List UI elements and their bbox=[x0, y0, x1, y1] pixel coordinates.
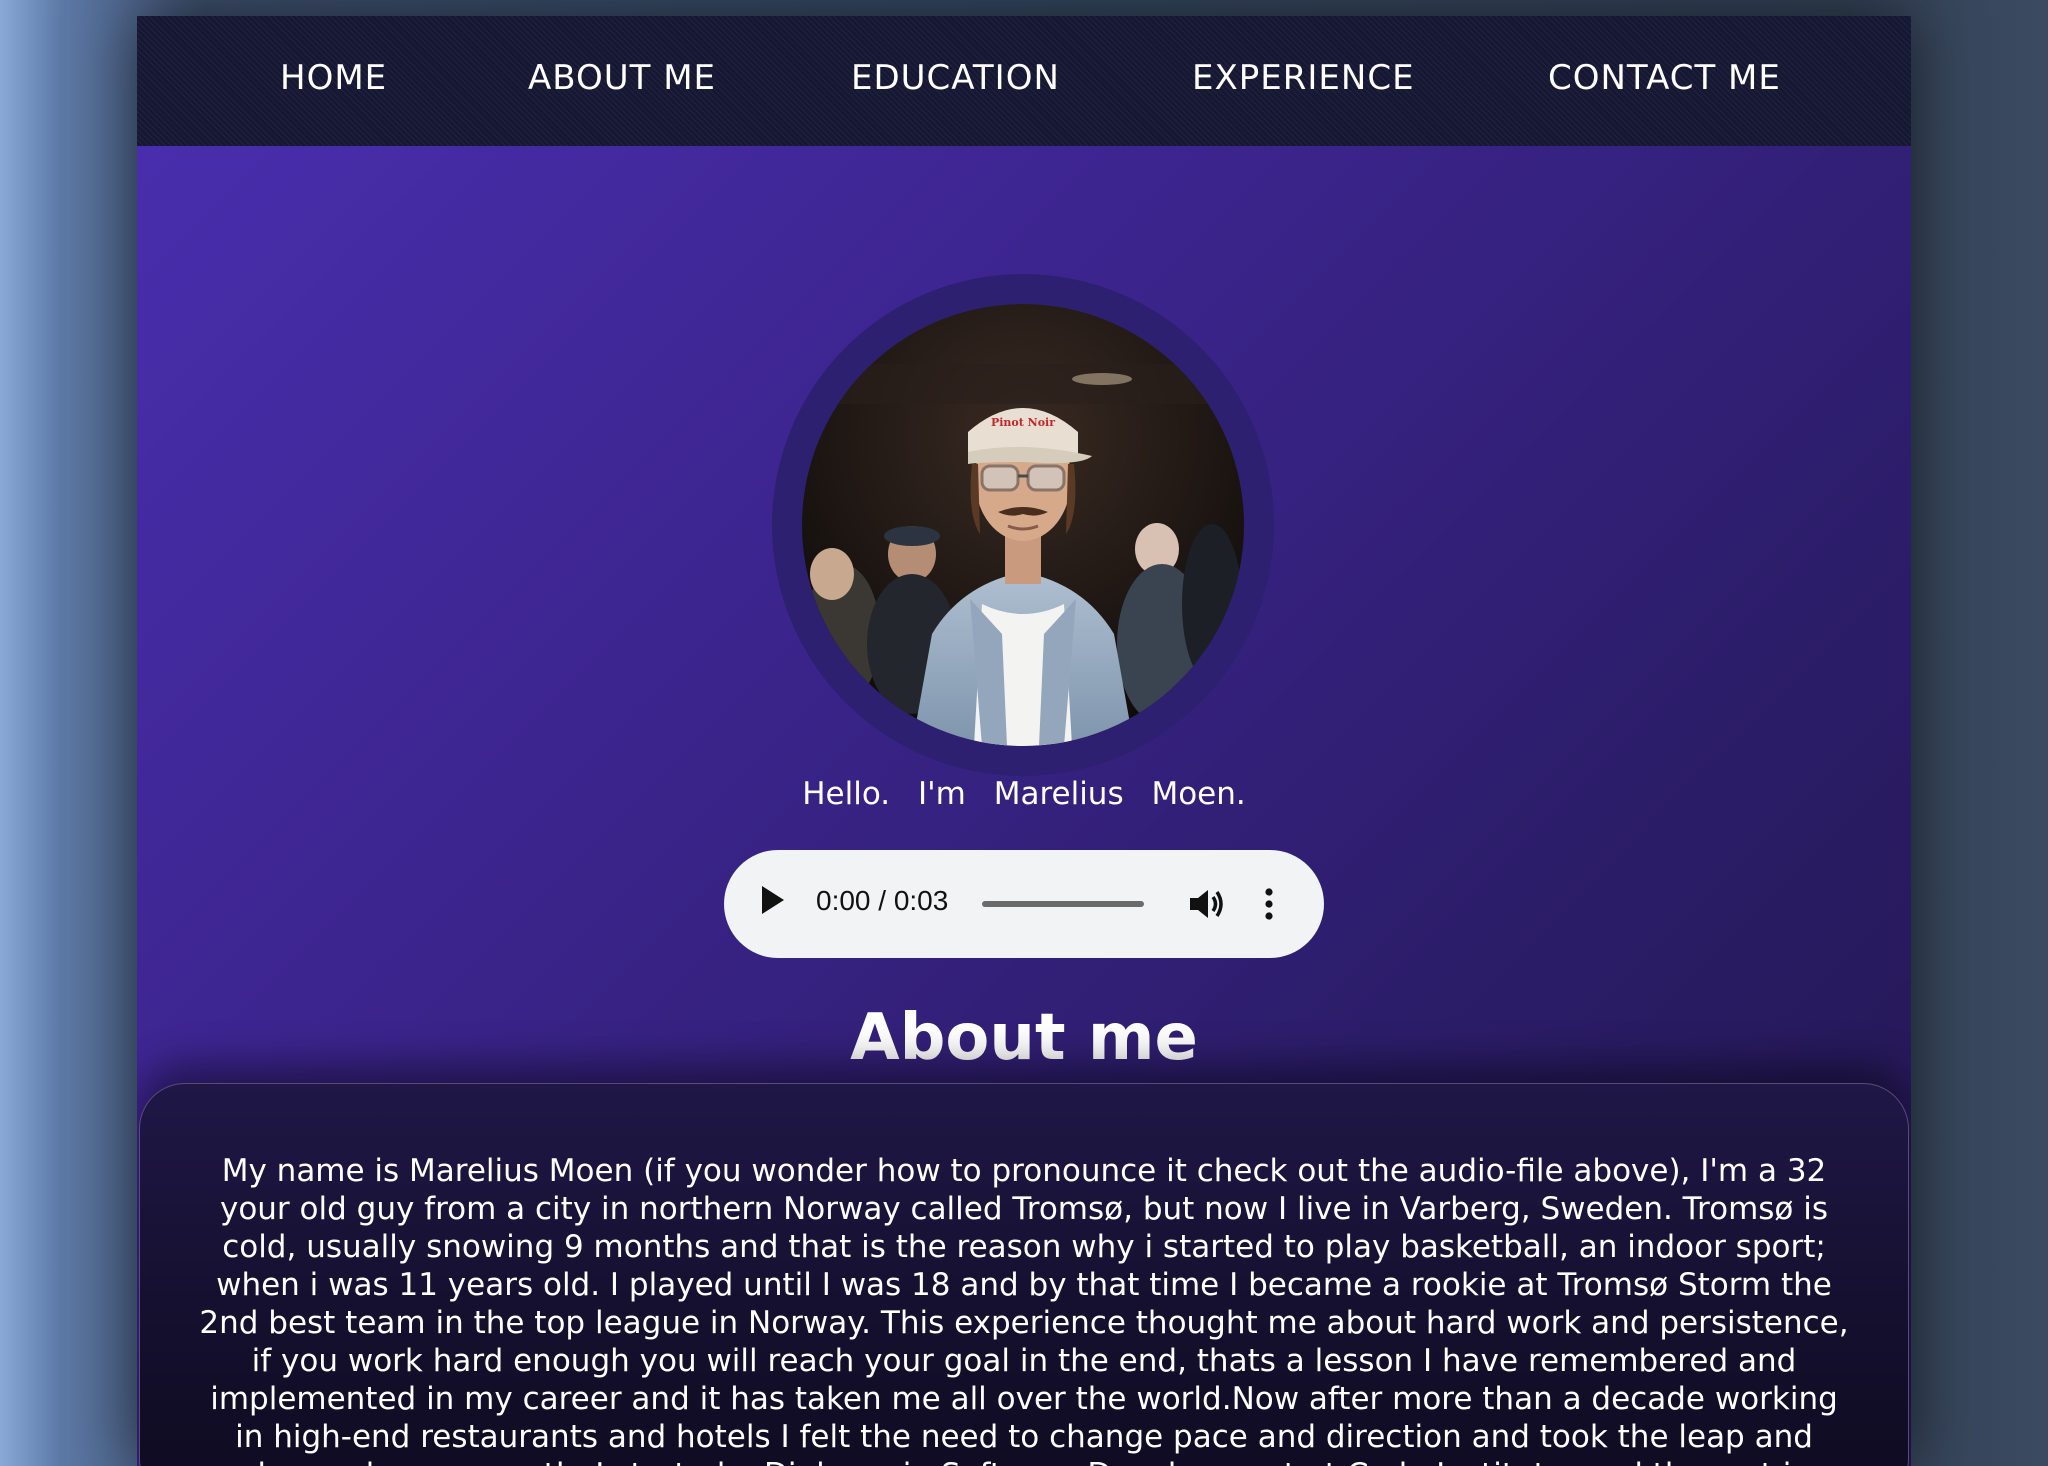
greeting-text: Hello. I'm Marelius Moen. bbox=[802, 776, 1246, 812]
profile-photo-illustration: Pinot Noir bbox=[802, 304, 1244, 746]
volume-icon[interactable] bbox=[1186, 884, 1226, 924]
nav-education[interactable]: EDUCATION bbox=[851, 58, 1060, 98]
page-container: HOME ABOUT ME EDUCATION EXPERIENCE CONTA… bbox=[137, 16, 1911, 1466]
audio-player[interactable]: 0:00 / 0:03 bbox=[724, 850, 1324, 958]
nav-about-me[interactable]: ABOUT ME bbox=[528, 58, 716, 98]
nav-home[interactable]: HOME bbox=[280, 58, 387, 98]
more-options-icon[interactable] bbox=[1264, 884, 1274, 924]
profile-photo: Pinot Noir bbox=[802, 304, 1244, 746]
audio-time: 0:00 / 0:03 bbox=[816, 885, 949, 916]
nav-contact-me[interactable]: CONTACT ME bbox=[1548, 58, 1781, 98]
top-navigation: HOME ABOUT ME EDUCATION EXPERIENCE CONTA… bbox=[137, 16, 1911, 146]
about-paragraph: My name is Marelius Moen (if you wonder … bbox=[199, 1153, 1849, 1466]
seek-bar[interactable] bbox=[982, 901, 1144, 907]
play-icon[interactable] bbox=[762, 886, 784, 914]
nav-experience[interactable]: EXPERIENCE bbox=[1192, 58, 1415, 98]
about-heading: About me bbox=[850, 1001, 1198, 1075]
cap-print: Pinot Noir bbox=[991, 416, 1055, 429]
